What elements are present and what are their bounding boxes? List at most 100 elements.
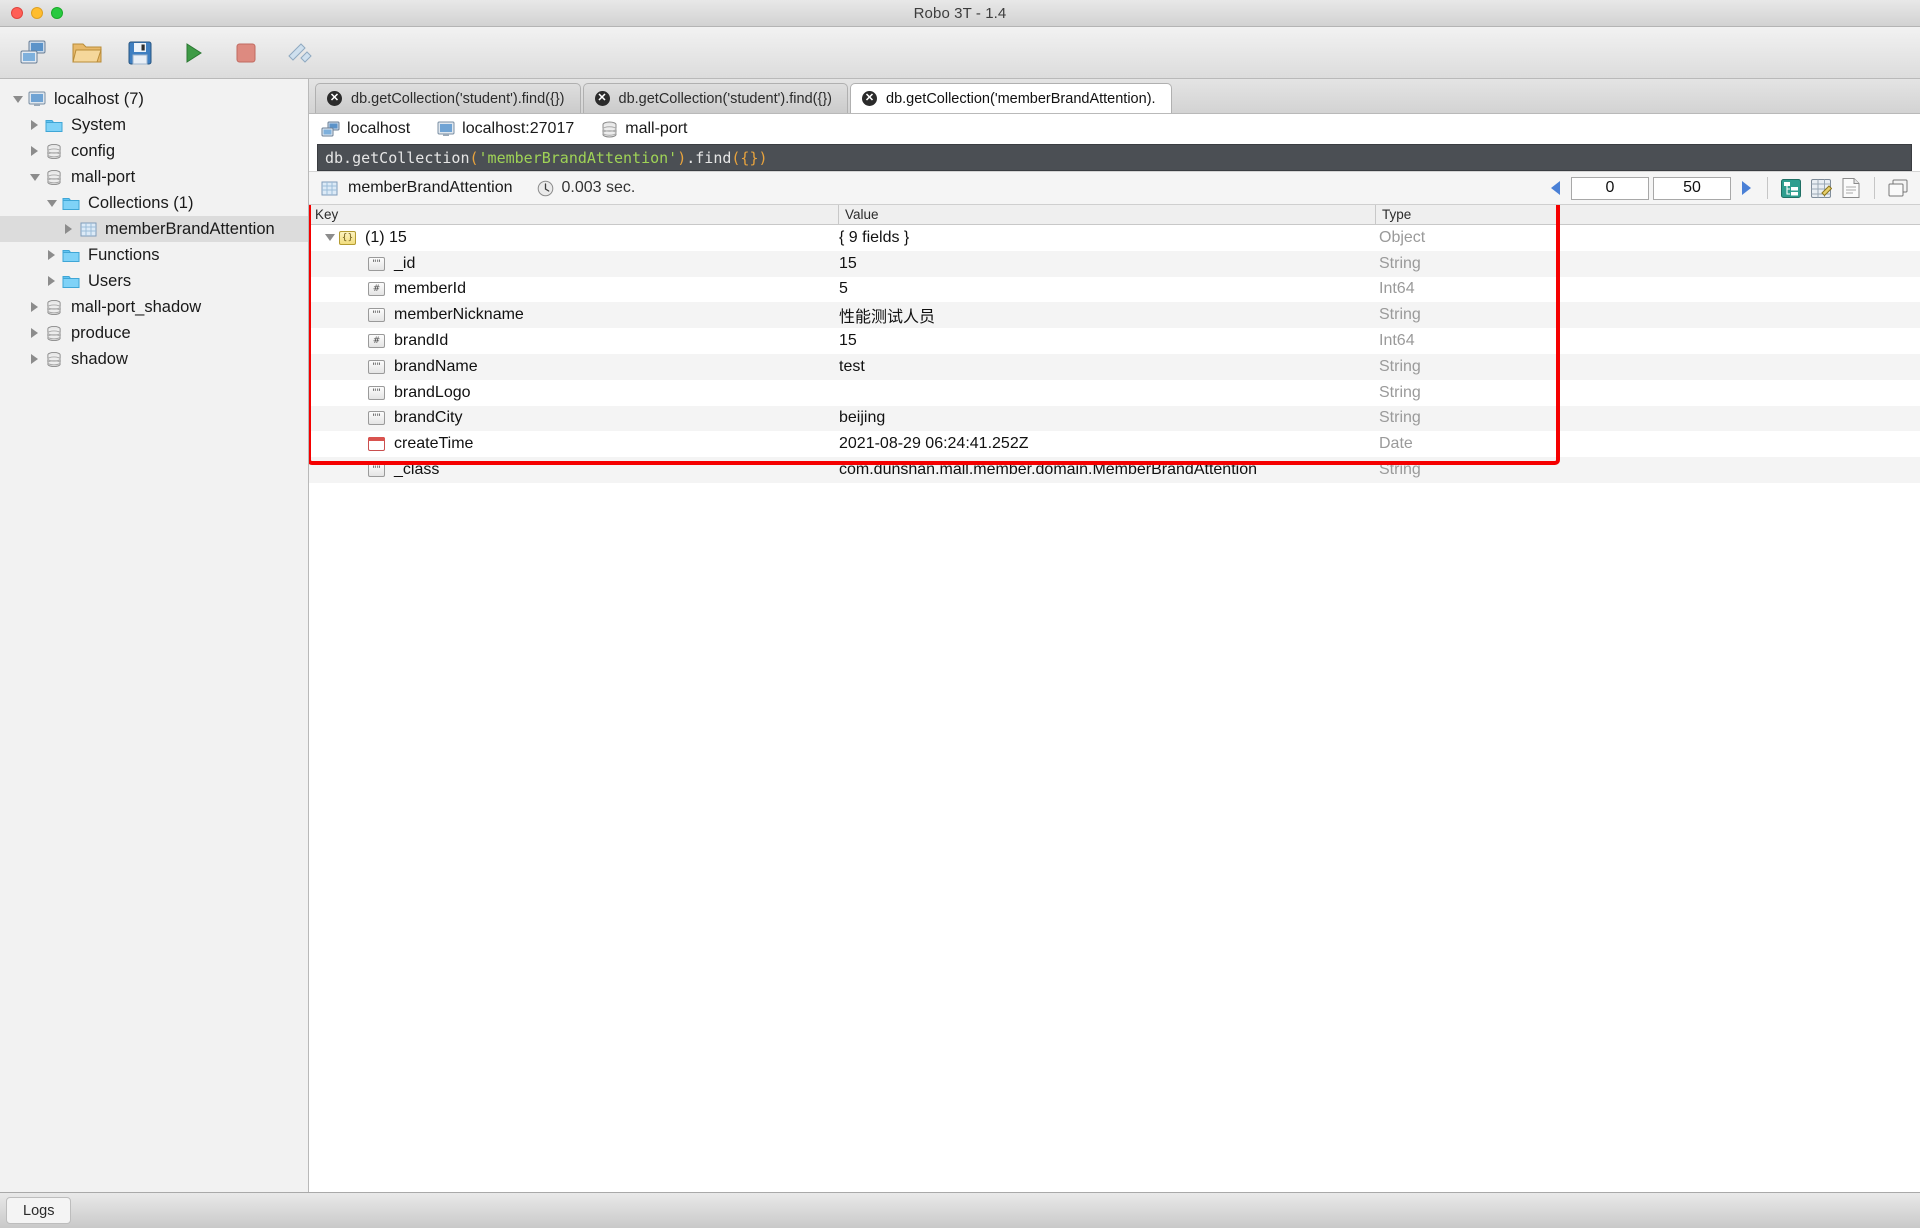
sidebar-item-mall-port-shadow[interactable]: mall-port_shadow (0, 294, 308, 320)
previous-page-button[interactable] (1544, 176, 1568, 200)
table-row[interactable]: {} (1) 15 { 9 fields } Object (309, 225, 1920, 251)
detach-view-button[interactable] (1884, 175, 1912, 201)
key-text: _class (394, 461, 440, 479)
table-row[interactable]: "" brandCity beijing String (309, 405, 1920, 432)
folder-icon (60, 196, 82, 211)
toolbar-divider-2 (1874, 177, 1875, 199)
sidebar-item-users[interactable]: Users (0, 268, 308, 294)
sidebar-item-label: mall-port_shadow (71, 297, 202, 316)
chevron-right-icon[interactable] (26, 112, 43, 138)
database-icon (47, 299, 61, 315)
cell-key: "" brandName (309, 358, 839, 376)
column-header-type[interactable]: Type (1376, 205, 1920, 224)
chevron-right-icon[interactable] (26, 320, 43, 346)
sidebar-item-shadow[interactable]: shadow (0, 346, 308, 372)
save-script-button[interactable] (116, 31, 164, 75)
cell-key: "" brandLogo (309, 384, 839, 402)
cell-key: # brandId (309, 332, 839, 350)
pagination-controls: 0 50 (1544, 175, 1912, 201)
host-label: localhost:27017 (462, 120, 575, 137)
key-text: brandLogo (394, 383, 471, 401)
sidebar-item-produce[interactable]: produce (0, 320, 308, 346)
cell-value: { 9 fields } (839, 228, 910, 246)
column-header-value[interactable]: Value (839, 205, 1376, 224)
table-row[interactable]: "" _id 15 String (309, 250, 1920, 277)
explorer-sidebar[interactable]: localhost (7) System config mall-port Collec… (0, 79, 309, 1192)
query-editor[interactable]: db.getCollection('memberBrandAttention')… (317, 144, 1912, 171)
chevron-right-icon[interactable] (26, 138, 43, 164)
query-tab-1[interactable]: ✕ db.getCollection('student').find({}) (315, 83, 581, 113)
query-tab-2[interactable]: ✕ db.getCollection('student').find({}) (582, 83, 848, 113)
table-header-row: Key Value Type (309, 205, 1920, 225)
open-script-button[interactable] (63, 31, 111, 75)
text-view-button[interactable] (1837, 175, 1865, 201)
sidebar-item-localhost-7[interactable]: localhost (7) (0, 86, 308, 112)
table-row[interactable]: "" brandLogo String (309, 379, 1920, 406)
string-icon: "" (368, 256, 385, 271)
field-type-icon: "" (367, 308, 386, 323)
close-tab-icon[interactable]: ✕ (862, 91, 877, 106)
chevron-right-icon[interactable] (60, 216, 77, 242)
sidebar-item-label: System (71, 115, 127, 134)
sidebar-item-label: memberBrandAttention (105, 219, 275, 238)
sidebar-item-config[interactable]: config (0, 138, 308, 164)
results-table[interactable]: Key Value Type {} (1) 15 { 9 fields } Objec… (309, 205, 1920, 1192)
database-item[interactable]: mall-port (601, 120, 687, 138)
sidebar-item-label: Functions (88, 245, 160, 264)
sidebar-item-functions[interactable]: Functions (0, 242, 308, 268)
skip-input[interactable]: 0 (1571, 176, 1649, 200)
refresh-button[interactable] (275, 31, 323, 75)
table-view-button[interactable] (1807, 175, 1835, 201)
sidebar-item-label: config (71, 141, 116, 160)
table-row[interactable]: # memberId 5 Int64 (309, 276, 1920, 303)
cell-value: test (839, 357, 865, 375)
limit-input[interactable]: 50 (1653, 176, 1731, 200)
string-icon: "" (368, 308, 385, 323)
folder-icon (62, 275, 80, 288)
main-toolbar (0, 27, 1920, 79)
database-icon (47, 169, 61, 185)
table-row[interactable]: "" brandName test String (309, 353, 1920, 380)
next-page-button[interactable] (1734, 176, 1758, 200)
chevron-right-icon[interactable] (43, 268, 60, 294)
table-row[interactable]: "" memberNickname 性能测试人员 String (309, 302, 1920, 329)
connect-button[interactable] (10, 31, 58, 75)
sidebar-item-system[interactable]: System (0, 112, 308, 138)
server-icon (437, 121, 455, 136)
connection-name-item[interactable]: localhost (321, 120, 410, 138)
query-prefix: db.getCollection (325, 148, 470, 167)
query-editor-row: db.getCollection('memberBrandAttention')… (309, 144, 1920, 171)
results-collection-name: memberBrandAttention (348, 179, 513, 196)
chevron-right-icon[interactable] (43, 242, 60, 268)
sidebar-item-mall-port[interactable]: mall-port (0, 164, 308, 190)
field-type-icon (367, 437, 386, 452)
chevron-down-icon[interactable] (9, 86, 26, 112)
query-string-arg: 'memberBrandAttention' (478, 148, 678, 167)
key-text: _id (394, 254, 416, 272)
chevron-down-icon[interactable] (43, 190, 60, 216)
key-text: brandName (394, 357, 478, 375)
string-icon: "" (368, 385, 385, 400)
query-tab-3-active[interactable]: ✕ db.getCollection('memberBrandAttention… (850, 83, 1172, 113)
stop-query-button[interactable] (222, 31, 270, 75)
logs-button[interactable]: Logs (6, 1197, 72, 1224)
field-type-icon: "" (367, 463, 386, 478)
chevron-right-icon[interactable] (26, 294, 43, 320)
tree-view-button[interactable] (1777, 175, 1805, 201)
table-row[interactable]: createTime 2021-08-29 06:24:41.252Z Date (309, 431, 1920, 458)
key-text: memberId (394, 280, 467, 298)
database-icon (47, 325, 61, 341)
close-tab-icon[interactable]: ✕ (327, 91, 342, 106)
host-item[interactable]: localhost:27017 (437, 120, 574, 138)
query-args: ({}) (731, 148, 768, 167)
execute-query-button[interactable] (169, 31, 217, 75)
table-row[interactable]: "" _class com.dunshan.mall.member.domain.M… (309, 457, 1920, 483)
sidebar-item-memberbrandattention[interactable]: memberBrandAttention (0, 216, 308, 242)
sidebar-item-collections-1[interactable]: Collections (1) (0, 190, 308, 216)
column-header-key[interactable]: Key (309, 205, 839, 224)
chevron-right-icon[interactable] (26, 346, 43, 372)
close-tab-icon[interactable]: ✕ (594, 91, 610, 106)
chevron-down-icon[interactable] (321, 225, 338, 251)
chevron-down-icon[interactable] (26, 164, 43, 190)
table-row[interactable]: # brandId 15 Int64 (309, 328, 1920, 354)
